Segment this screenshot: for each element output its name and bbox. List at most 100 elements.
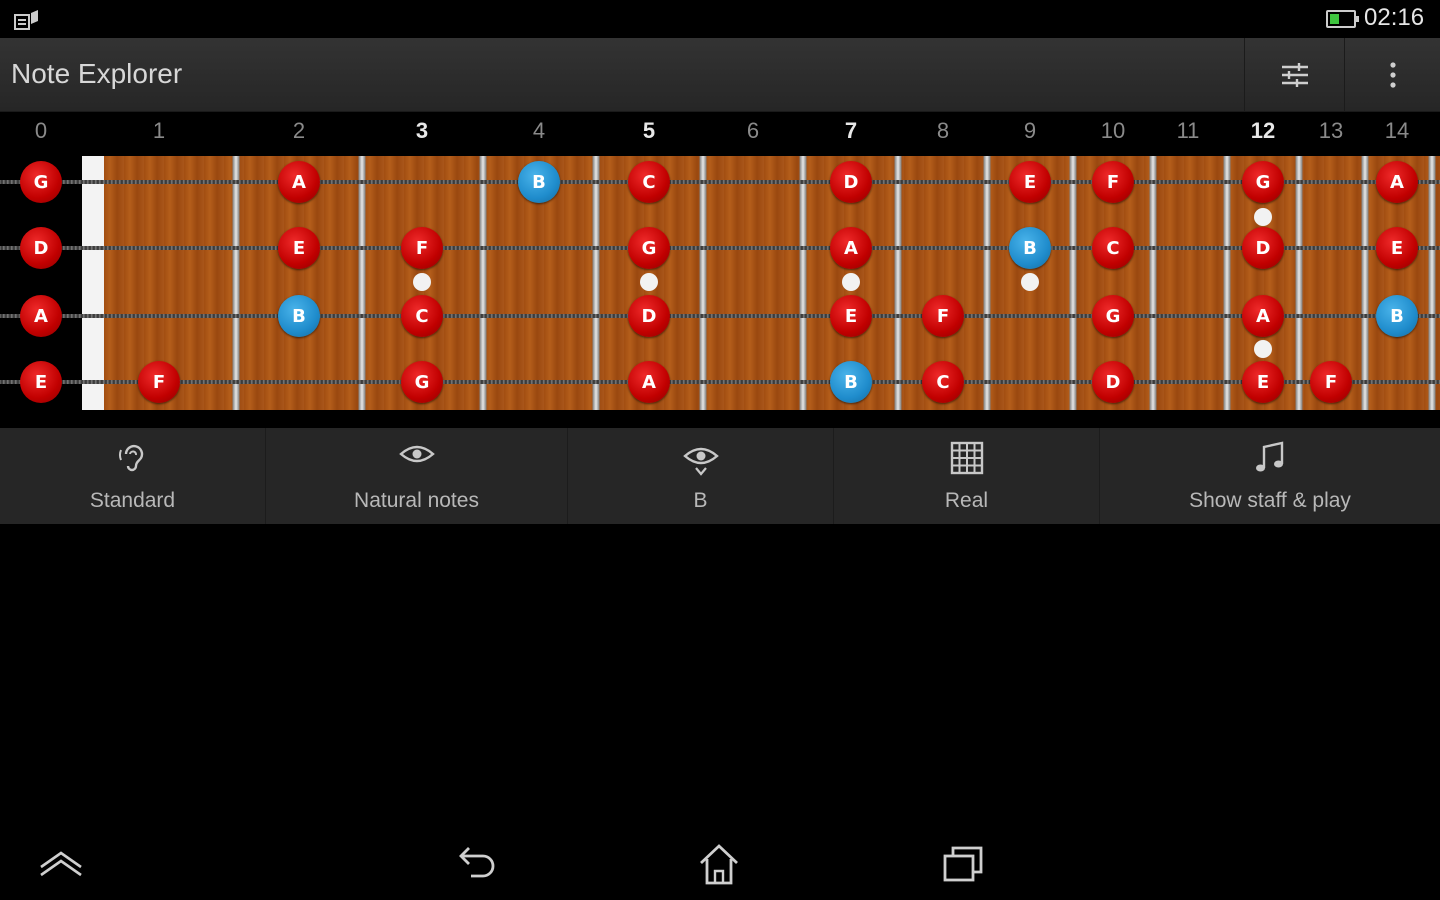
- fret-wire: [1149, 156, 1157, 410]
- status-bar: 02:16: [0, 0, 1440, 38]
- fret-note[interactable]: A: [1376, 161, 1418, 203]
- fret-note[interactable]: D: [1242, 227, 1284, 269]
- open-string-note[interactable]: D: [20, 227, 62, 269]
- inlay-dot: [842, 273, 860, 291]
- fret-wire: [1069, 156, 1077, 410]
- recents-button[interactable]: [933, 838, 993, 890]
- fret-note[interactable]: A: [278, 161, 320, 203]
- fret-note[interactable]: G: [1242, 161, 1284, 203]
- fret-note[interactable]: A: [830, 227, 872, 269]
- fretboard[interactable]: 0 1 2 3 4 5 6 7 8 9 10 11 12 13 14 G A B C D E F G A D E F G A B C D E A B…: [0, 112, 1440, 428]
- fret-note[interactable]: B: [518, 161, 560, 203]
- fret-note[interactable]: G: [401, 361, 443, 403]
- fret-note[interactable]: E: [1376, 227, 1418, 269]
- fret-note[interactable]: B: [830, 361, 872, 403]
- expand-icon: [40, 851, 82, 877]
- fret-number: 1: [152, 118, 166, 143]
- inlay-dot: [1254, 340, 1272, 358]
- fret-number: 5: [642, 118, 656, 143]
- string-line: [0, 314, 1440, 318]
- fret-number: 4: [532, 118, 546, 143]
- nut: [82, 156, 104, 410]
- fret-note[interactable]: E: [1242, 361, 1284, 403]
- home-button[interactable]: [689, 838, 749, 890]
- expand-button[interactable]: [31, 838, 91, 890]
- fret-note[interactable]: C: [628, 161, 670, 203]
- fret-number: 7: [844, 118, 858, 143]
- fret-wire: [1428, 156, 1436, 410]
- recents-icon: [943, 846, 983, 882]
- fret-note[interactable]: D: [830, 161, 872, 203]
- fret-note[interactable]: F: [401, 227, 443, 269]
- battery-icon: [1326, 10, 1359, 28]
- natural-notes-button[interactable]: Natural notes: [266, 428, 568, 524]
- fret-note[interactable]: A: [1242, 295, 1284, 337]
- string-line: [0, 380, 1440, 384]
- back-button[interactable]: [446, 838, 506, 890]
- overflow-menu-button[interactable]: [1344, 38, 1440, 112]
- inlay-dot: [1021, 273, 1039, 291]
- open-string-note[interactable]: E: [20, 361, 62, 403]
- fret-number: 8: [936, 118, 950, 143]
- fret-note[interactable]: E: [1009, 161, 1051, 203]
- fret-wire: [1295, 156, 1303, 410]
- highlight-note-button[interactable]: B: [568, 428, 834, 524]
- inlay-dot: [413, 273, 431, 291]
- notification-icon: [14, 10, 38, 30]
- standard-tuning-label: Standard: [89, 489, 176, 512]
- string-line: [0, 180, 1440, 184]
- eye-icon: [398, 445, 435, 463]
- real-view-label: Real: [944, 489, 989, 512]
- inlay-dot: [1254, 208, 1272, 226]
- app-title: Note Explorer: [11, 58, 183, 89]
- fret-wire: [1223, 156, 1231, 410]
- fret-number: 3: [415, 118, 429, 143]
- fret-note[interactable]: C: [401, 295, 443, 337]
- mode-toolbar: Standard Natural notes B Real Show staff…: [0, 428, 1440, 524]
- back-icon: [459, 847, 495, 878]
- natural-notes-label: Natural notes: [354, 489, 479, 512]
- fret-note[interactable]: F: [1310, 361, 1352, 403]
- home-icon: [700, 844, 738, 885]
- fret-note[interactable]: F: [922, 295, 964, 337]
- fret-note[interactable]: C: [1092, 227, 1134, 269]
- highlight-note-label: B: [693, 489, 708, 512]
- show-staff-play-button[interactable]: Show staff & play: [1100, 428, 1440, 524]
- fret-wire: [699, 156, 707, 410]
- fret-note[interactable]: F: [138, 361, 180, 403]
- fret-note[interactable]: G: [628, 227, 670, 269]
- navigation-bar: [0, 830, 1440, 900]
- fret-number: 6: [746, 118, 760, 143]
- real-view-button[interactable]: Real: [834, 428, 1100, 524]
- fret-note[interactable]: C: [922, 361, 964, 403]
- grid-icon: [950, 441, 983, 475]
- fret-wire: [592, 156, 600, 410]
- music-note-icon: [1256, 441, 1284, 472]
- fret-note[interactable]: F: [1092, 161, 1134, 203]
- standard-tuning-button[interactable]: Standard: [0, 428, 266, 524]
- fret-number: 12: [1250, 118, 1276, 143]
- show-staff-play-label: Show staff & play: [1189, 489, 1351, 512]
- fret-wire: [983, 156, 991, 410]
- fret-note[interactable]: G: [1092, 295, 1134, 337]
- fret-note[interactable]: D: [1092, 361, 1134, 403]
- fret-note[interactable]: B: [1376, 295, 1418, 337]
- fret-note[interactable]: E: [830, 295, 872, 337]
- fret-number: 0: [34, 118, 48, 143]
- fret-note[interactable]: D: [628, 295, 670, 337]
- open-string-note[interactable]: A: [20, 295, 62, 337]
- eye-focus-icon: [682, 447, 719, 476]
- status-clock: 02:16: [1364, 4, 1425, 31]
- fret-note[interactable]: B: [1009, 227, 1051, 269]
- fret-wire: [1361, 156, 1369, 410]
- overflow-menu-icon: [1389, 62, 1396, 88]
- fret-note[interactable]: A: [628, 361, 670, 403]
- fret-wire: [894, 156, 902, 410]
- open-string-note[interactable]: G: [20, 161, 62, 203]
- string-line: [0, 246, 1440, 250]
- fret-note[interactable]: E: [278, 227, 320, 269]
- fret-wire: [232, 156, 240, 410]
- fret-note[interactable]: B: [278, 295, 320, 337]
- inlay-dot: [640, 273, 658, 291]
- tuning-settings-button[interactable]: [1244, 38, 1344, 112]
